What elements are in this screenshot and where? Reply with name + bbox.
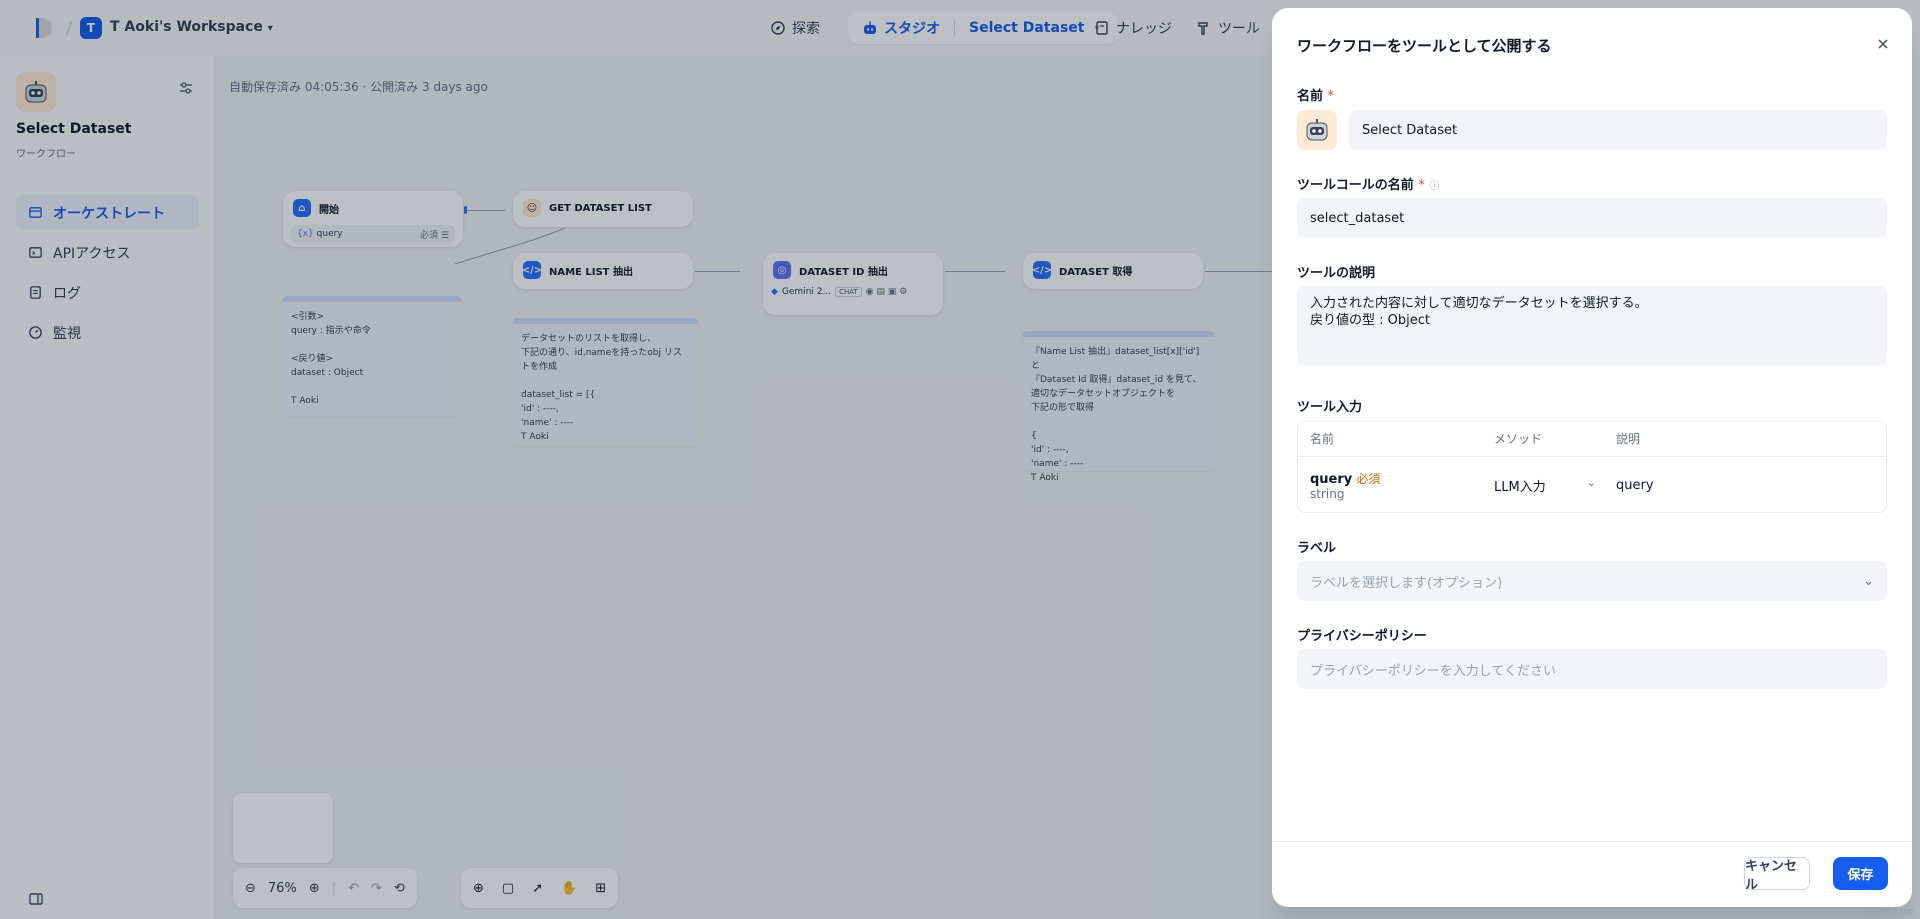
name-label-text: 名前 xyxy=(1297,89,1324,104)
column-header-description: 説明 xyxy=(1616,432,1641,446)
method-select[interactable]: LLM入力 ⌄ xyxy=(1484,476,1606,495)
chevron-down-icon: ⌄ xyxy=(1586,475,1596,489)
label-select[interactable]: ラベルを選択します(オプション) ⌄ xyxy=(1297,561,1887,601)
param-type: string xyxy=(1310,486,1345,501)
tool-name-value: Select Dataset xyxy=(1362,122,1458,138)
required-badge: 必須 xyxy=(1356,471,1381,486)
robot-emoji-icon xyxy=(1306,119,1328,141)
dialog-title: ワークフローをツールとして公開する xyxy=(1297,37,1552,55)
tool-icon-picker[interactable] xyxy=(1297,110,1337,150)
label-field-label: ラベル xyxy=(1297,541,1337,556)
tool-input-table: 名前 メソッド 説明 query 必須 string LLM入力 ⌄ query xyxy=(1297,420,1887,513)
help-icon[interactable]: ⓘ xyxy=(1429,181,1439,192)
tool-name-input[interactable]: Select Dataset xyxy=(1349,110,1887,150)
tool-input-label: ツール入力 xyxy=(1297,400,1363,415)
call-name-label-text: ツールコールの名前 xyxy=(1297,178,1414,193)
save-button[interactable]: 保存 xyxy=(1833,857,1888,890)
column-header-name: 名前 xyxy=(1310,432,1335,446)
tool-description-input[interactable]: 入力された内容に対して適切なデータセットを選択する。 戻り値の型 : Objec… xyxy=(1297,286,1887,366)
param-description-input[interactable]: query xyxy=(1606,478,1654,493)
description-line-1: 入力された内容に対して適切なデータセットを選択する。 xyxy=(1310,296,1648,311)
param-description-value: query xyxy=(1616,477,1654,493)
tool-call-name-input[interactable]: select_dataset xyxy=(1297,198,1887,238)
param-name: query xyxy=(1310,471,1353,487)
label-placeholder: ラベルを選択します(オプション) xyxy=(1310,575,1503,591)
required-mark: * xyxy=(1327,89,1335,104)
table-header: 名前 メソッド 説明 xyxy=(1298,421,1886,457)
table-row: query 必須 string LLM入力 ⌄ query xyxy=(1298,457,1886,513)
column-header-method: メソッド xyxy=(1494,432,1543,446)
name-label: 名前 * xyxy=(1297,85,1334,104)
method-value: LLM入力 xyxy=(1494,479,1546,495)
chevron-down-icon: ⌄ xyxy=(1863,573,1874,589)
privacy-policy-label: プライバシーポリシー xyxy=(1297,629,1427,644)
call-name-value: select_dataset xyxy=(1310,210,1405,226)
description-line-2: 戻り値の型 : Object xyxy=(1310,313,1430,328)
param-cell: query 必須 string xyxy=(1298,470,1484,501)
react-flow-attribution: React Flow xyxy=(1865,907,1914,917)
required-mark: * xyxy=(1418,178,1425,193)
footer-divider xyxy=(1272,841,1912,842)
privacy-policy-input[interactable]: プライバシーポリシーを入力してください xyxy=(1297,649,1887,689)
privacy-placeholder: プライバシーポリシーを入力してください xyxy=(1310,663,1556,679)
close-icon[interactable] xyxy=(1875,36,1891,52)
cancel-button[interactable]: キャンセル xyxy=(1744,857,1810,893)
call-name-label: ツールコールの名前 * ⓘ xyxy=(1297,174,1439,193)
description-label: ツールの説明 xyxy=(1297,266,1376,281)
publish-as-tool-dialog: ワークフローをツールとして公開する 名前 * Select Dataset ツー… xyxy=(1272,8,1912,907)
